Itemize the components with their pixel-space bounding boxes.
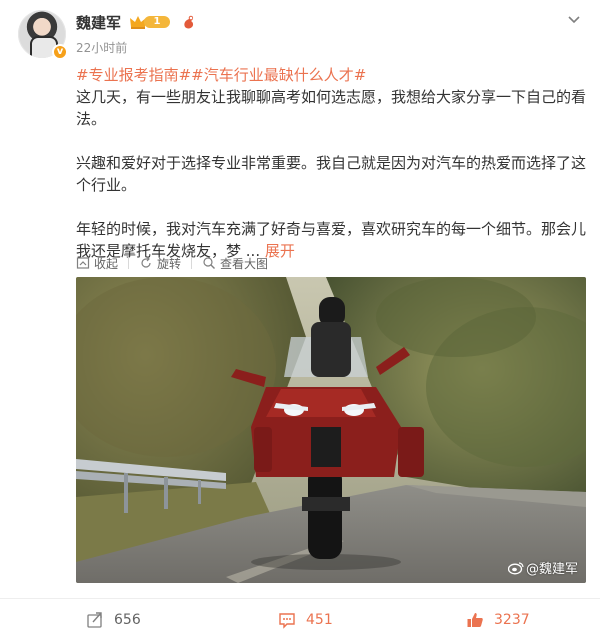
watermark-text: @魏建军 [525, 562, 578, 577]
rotate-button[interactable]: 旋转 [139, 255, 181, 272]
chevron-down-icon[interactable] [566, 12, 582, 28]
collapse-label: 收起 [94, 256, 119, 271]
post-content: #专业报考指南##汽车行业最缺什么人才# 这几天，有一些朋友让我聊聊高考如何选志… [76, 64, 588, 262]
rotate-label: 旋转 [157, 256, 182, 271]
thumbs-up-icon [467, 613, 483, 627]
view-large-label: 查看大图 [220, 256, 269, 271]
level-label: 1 [144, 16, 170, 28]
fan-badge-icon[interactable] [181, 14, 197, 30]
comment-icon [279, 613, 295, 629]
hashtag-line: #专业报考指南##汽车行业最缺什么人才# [76, 64, 588, 86]
repost-count: 656 [114, 612, 141, 628]
collapse-button[interactable]: 收起 [76, 255, 118, 272]
vip-badge[interactable]: 1 [129, 14, 175, 30]
rotate-icon [141, 256, 151, 268]
hashtag-link[interactable]: #汽车行业最缺什么人才# [191, 66, 366, 84]
divider [128, 257, 130, 269]
share-icon [87, 612, 102, 628]
like-count: 3237 [494, 612, 530, 628]
divider [191, 257, 193, 269]
image-tools: 收起 旋转 查看大图 [76, 254, 278, 272]
search-icon [203, 257, 216, 269]
collapse-icon [76, 257, 90, 269]
post-image[interactable]: @魏建军 [76, 277, 586, 583]
post-header: v 魏建军 1 22小时前 [18, 10, 588, 60]
weibo-logo-icon [507, 561, 524, 574]
repost-button[interactable]: 656 [86, 611, 141, 629]
view-large-button[interactable]: 查看大图 [202, 255, 268, 272]
author-name[interactable]: 魏建军 [76, 12, 121, 33]
post-time[interactable]: 22小时前 [76, 39, 127, 56]
paragraph: 兴趣和爱好对于选择专业非常重要。我自己就是因为对汽车的热爱而选择了这个行业。 [76, 154, 587, 194]
paragraph: 这几天，有一些朋友让我聊聊高考如何选志愿，我想给大家分享一下自己的看法。 [76, 88, 587, 128]
motorcycle-photo [76, 277, 586, 583]
comment-count: 451 [306, 612, 333, 628]
action-bar: 656 451 3237 [0, 598, 600, 642]
watermark: @魏建军 [507, 558, 578, 577]
hashtag-link[interactable]: #专业报考指南# [76, 66, 191, 84]
like-button[interactable]: 3237 [466, 611, 530, 629]
comment-button[interactable]: 451 [278, 611, 333, 629]
v-badge-icon: v [52, 44, 68, 60]
